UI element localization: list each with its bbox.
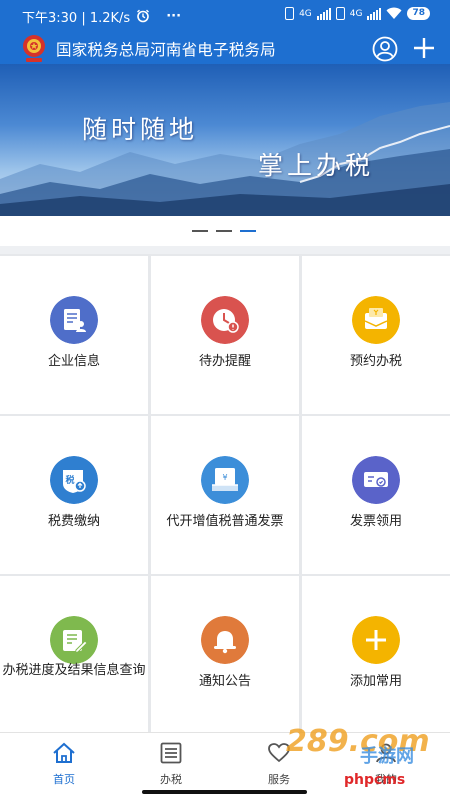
section-divider xyxy=(0,246,450,254)
battery-indicator: 78 xyxy=(407,7,430,20)
grid-label: 发票领用 xyxy=(349,514,402,529)
grid-label: 待办提醒 xyxy=(198,354,251,369)
sim1-icon xyxy=(285,7,295,20)
banner-slogan-2: 掌上办税 xyxy=(258,151,375,180)
add-icon xyxy=(352,616,400,664)
tab-label: 首页 xyxy=(53,773,75,786)
status-more: ··· xyxy=(166,8,182,24)
function-grid: 企业信息 待办提醒 预约办税 税 税费缴纳 ¥ 代开增值税普通发票 发票领用 办… xyxy=(0,254,450,734)
service-icon xyxy=(268,743,290,763)
grid-item-progress-query[interactable]: 办税进度及结果信息查询 xyxy=(0,576,148,734)
tab-label: 我的 xyxy=(375,773,397,786)
carousel-dot[interactable] xyxy=(192,230,208,232)
great-wall-landscape xyxy=(0,102,450,216)
grid-item-invoice-issue[interactable]: ¥ 代开增值税普通发票 xyxy=(151,416,299,574)
tab-home[interactable]: 首页 xyxy=(24,739,104,786)
grid-label: 代开增值税普通发票 xyxy=(166,514,284,529)
status-left: 下午3:30 | 1.2K/s ··· xyxy=(22,7,181,26)
grid-item-appointment[interactable]: 预约办税 xyxy=(302,256,450,414)
appointment-icon xyxy=(352,296,400,344)
tab-mine[interactable]: 我的 xyxy=(346,739,426,786)
network-type-1: 4G xyxy=(299,8,312,19)
grid-label: 通知公告 xyxy=(198,674,251,689)
clock-reminder-icon xyxy=(201,296,249,344)
status-right: 4G 4G 78 xyxy=(285,7,430,20)
page-title: 国家税务总局河南省电子税务局 xyxy=(56,41,276,59)
carousel-dot-active[interactable] xyxy=(240,230,256,232)
invoice-issue-icon: ¥ xyxy=(201,456,249,504)
grid-item-notice[interactable]: 通知公告 xyxy=(151,576,299,734)
list-icon xyxy=(160,742,182,764)
grid-label: 办税进度及结果信息查询 xyxy=(2,663,146,678)
progress-query-icon xyxy=(50,616,98,664)
tax-emblem-icon xyxy=(23,35,45,62)
add-button[interactable] xyxy=(412,36,436,60)
status-time: 下午3:30 | 1.2K/s xyxy=(22,10,131,26)
bell-icon xyxy=(201,616,249,664)
network-type-2: 4G xyxy=(349,8,363,19)
alarm-icon xyxy=(137,9,150,23)
company-info-icon xyxy=(50,296,98,344)
sim2-icon xyxy=(335,7,345,20)
wifi-icon xyxy=(386,7,402,19)
home-indicator[interactable] xyxy=(142,790,307,794)
grid-item-tax-payment[interactable]: 税 税费缴纳 xyxy=(0,416,148,574)
invoice-receive-icon xyxy=(352,456,400,504)
signal1-icon xyxy=(316,7,331,20)
grid-label: 添加常用 xyxy=(349,674,402,689)
svg-text:¥: ¥ xyxy=(222,473,227,482)
grid-item-company-info[interactable]: 企业信息 xyxy=(0,256,148,414)
banner[interactable]: 随时随地 掌上办税 xyxy=(0,64,450,216)
user-button[interactable] xyxy=(372,36,398,62)
home-icon xyxy=(53,742,75,763)
grid-label: 税费缴纳 xyxy=(47,514,100,529)
signal2-icon xyxy=(367,7,382,20)
grid-label: 预约办税 xyxy=(349,354,402,369)
carousel-indicator xyxy=(0,216,450,246)
tab-label: 服务 xyxy=(268,773,290,786)
status-bar: 下午3:30 | 1.2K/s ··· 4G 4G 78 xyxy=(0,0,450,32)
grid-item-add-common[interactable]: 添加常用 xyxy=(302,576,450,734)
tab-service[interactable]: 服务 xyxy=(239,739,319,786)
svg-text:税: 税 xyxy=(65,474,74,486)
grid-item-invoice-receive[interactable]: 发票领用 xyxy=(302,416,450,574)
grid-label: 企业信息 xyxy=(47,354,100,369)
app-header: 国家税务总局河南省电子税务局 xyxy=(0,32,450,64)
tab-label: 办税 xyxy=(160,773,182,786)
carousel-dot[interactable] xyxy=(216,230,232,232)
tab-tax[interactable]: 办税 xyxy=(131,739,211,786)
profile-icon xyxy=(376,743,396,763)
grid-item-reminder[interactable]: 待办提醒 xyxy=(151,256,299,414)
tax-payment-icon: 税 xyxy=(50,456,98,504)
banner-slogan-1: 随时随地 xyxy=(82,115,199,144)
